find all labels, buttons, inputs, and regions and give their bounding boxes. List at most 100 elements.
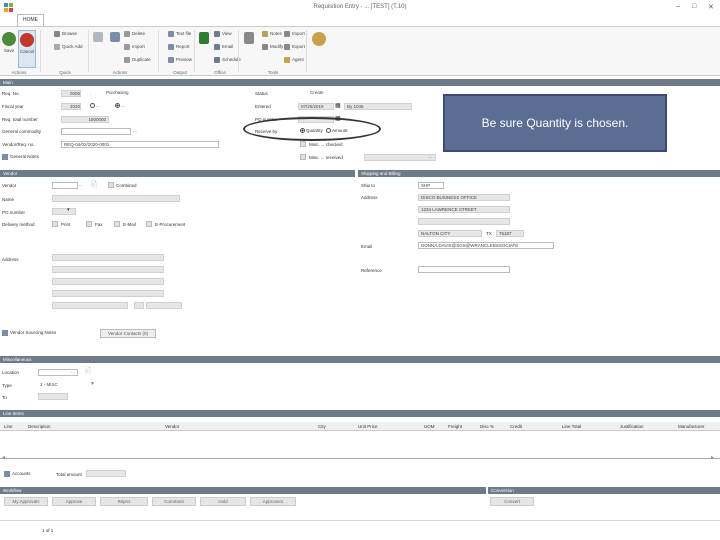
req-type-field[interactable]: Purchasing xyxy=(104,90,148,97)
ship-to-field[interactable]: SHP xyxy=(418,182,444,189)
email-icon xyxy=(214,44,220,50)
vendor-zip-field[interactable] xyxy=(146,302,182,309)
ribbon-schedule[interactable]: Schedule xyxy=(214,57,241,63)
calendar-icon[interactable]: ▦ xyxy=(335,102,341,109)
entered-date-field[interactable]: 07/25/2019 xyxy=(298,103,334,110)
edit-button[interactable] xyxy=(108,32,122,44)
ribbon-preview[interactable]: Preview xyxy=(168,57,192,63)
column-header[interactable]: Disc % xyxy=(480,424,494,429)
ship-address-line3[interactable] xyxy=(418,218,510,225)
convert-button[interactable]: Convert xyxy=(490,497,534,506)
ribbon-modify[interactable]: Modify xyxy=(262,44,283,50)
group-field[interactable]: REQ-04/02/2020-0001 xyxy=(61,141,219,148)
vendor-address-line4[interactable] xyxy=(52,290,164,297)
reference-field[interactable] xyxy=(418,266,510,273)
column-header[interactable]: Line xyxy=(4,424,13,429)
misc2-field[interactable] xyxy=(364,154,436,161)
delivery-print-checkbox[interactable] xyxy=(52,221,58,227)
vendor-notes-icon[interactable]: 📄 xyxy=(90,181,97,188)
column-header[interactable]: Credit xyxy=(510,424,522,429)
fiscal-radio-b[interactable]: ... xyxy=(115,103,125,109)
vendor-name-field[interactable] xyxy=(52,195,180,202)
vendor-address-line3[interactable] xyxy=(52,278,164,285)
ribbon-notes[interactable]: Notes xyxy=(262,31,282,37)
column-header[interactable]: Vendor xyxy=(165,424,179,429)
maximize-button[interactable]: □ xyxy=(692,3,696,10)
comment-button[interactable]: Comment xyxy=(152,497,196,506)
excel-button[interactable] xyxy=(197,32,211,46)
ribbon-view[interactable]: View xyxy=(214,31,232,37)
type-field[interactable]: 1 - MISC xyxy=(38,382,88,389)
ribbon-text-file[interactable]: Text file xyxy=(168,31,191,37)
cancel-button[interactable]: Cancel xyxy=(18,30,36,68)
my-approvals-button[interactable]: My Approvals xyxy=(4,497,48,506)
vendor-address-line1[interactable] xyxy=(52,254,164,261)
hold-button[interactable]: Hold xyxy=(200,497,246,506)
vendor-sourcing-notes-button[interactable]: Vendor Sourcing Notes xyxy=(2,330,56,336)
misc2-lookup-button[interactable]: ... xyxy=(428,154,432,159)
general-notes-button[interactable]: General Notes xyxy=(2,154,39,160)
ship-address-line2[interactable]: 1234 LAWRENCE STREET xyxy=(418,206,510,213)
req-no-field[interactable]: 0005 xyxy=(61,90,81,97)
vendor-field[interactable] xyxy=(52,182,78,189)
minimize-button[interactable]: – xyxy=(676,3,680,10)
scroll-right-icon[interactable]: ▸ xyxy=(711,454,714,461)
ribbon-import[interactable]: Import xyxy=(124,44,145,50)
req-total-field[interactable]: 1500000 xyxy=(61,116,109,123)
ribbon-delete[interactable]: Delete xyxy=(124,31,145,37)
accounts-button[interactable]: Accounts xyxy=(4,471,31,477)
add-button[interactable] xyxy=(92,32,104,44)
column-header[interactable]: Freight xyxy=(448,424,462,429)
ship-address-line1[interactable]: DISCO BUSINESS OFFICE xyxy=(418,194,510,201)
ribbon-quick-add[interactable]: Quick Add xyxy=(54,44,83,50)
ribbon-export[interactable]: Export xyxy=(284,44,305,50)
ribbon-agent[interactable]: Agent xyxy=(284,57,304,63)
misc-checkbox[interactable] xyxy=(300,141,306,147)
column-header[interactable]: UOM xyxy=(424,424,435,429)
vendor-address-line2[interactable] xyxy=(52,266,164,273)
delivery-email-checkbox[interactable] xyxy=(114,221,120,227)
scroll-left-icon[interactable]: ◂ xyxy=(2,454,5,461)
column-header[interactable]: Justification xyxy=(620,424,644,429)
to-field[interactable] xyxy=(38,393,68,400)
reject-button[interactable]: Reject xyxy=(100,497,148,506)
table-scrollbar[interactable] xyxy=(0,458,720,459)
ribbon-browse[interactable]: Browse xyxy=(54,31,77,37)
commodity-lookup-button[interactable]: ... xyxy=(133,128,137,133)
misc2-checkbox[interactable] xyxy=(300,154,306,160)
fiscal-year-field[interactable]: 2020 xyxy=(61,103,81,110)
ship-zip-field[interactable]: 75187 xyxy=(496,230,524,237)
ship-city-field[interactable]: NALTON CITY xyxy=(418,230,482,237)
ribbon-duplicate[interactable]: Duplicate xyxy=(124,57,151,63)
delivery-eproc-checkbox[interactable] xyxy=(146,221,152,227)
commodity-field[interactable] xyxy=(61,128,131,135)
help-button[interactable] xyxy=(312,32,326,48)
vendor-state-field[interactable] xyxy=(134,302,144,309)
column-header[interactable]: Unit Price xyxy=(358,424,378,429)
vendor-contacts-button[interactable]: Vendor Contacts (0) xyxy=(100,329,156,338)
ribbon-report[interactable]: Report xyxy=(168,44,190,50)
column-header[interactable]: Description xyxy=(28,424,51,429)
vendor-city-field[interactable] xyxy=(52,302,128,309)
chevron-down-icon[interactable]: ▾ xyxy=(67,207,70,213)
fiscal-radio-a[interactable]: ... xyxy=(90,103,100,109)
combined-checkbox[interactable] xyxy=(108,182,114,188)
location-lookup-button[interactable]: ... xyxy=(71,369,75,374)
column-header[interactable]: City xyxy=(318,424,326,429)
ship-email-field[interactable]: DONNA.DAVIS@SGS@WRANCLEBSSOCIATE xyxy=(418,242,554,249)
location-notes-icon[interactable]: 📄 xyxy=(84,367,91,374)
delivery-fax-checkbox[interactable] xyxy=(86,221,92,227)
approve-button[interactable]: Approve xyxy=(52,497,96,506)
ribbon-import-2[interactable]: Import xyxy=(284,31,305,37)
approvers-button[interactable]: Approvers xyxy=(250,497,296,506)
vendor-po-field[interactable] xyxy=(52,208,76,215)
tab-home[interactable]: HOME xyxy=(17,14,44,26)
column-header[interactable]: Line Total xyxy=(562,424,581,429)
vendor-lookup-button[interactable]: ... xyxy=(79,182,83,187)
submit-button[interactable] xyxy=(242,32,256,46)
save-button[interactable]: Save xyxy=(2,32,16,53)
column-header[interactable]: Manufacturer xyxy=(678,424,705,429)
close-button[interactable]: ✕ xyxy=(708,3,714,11)
filter-icon[interactable]: ▼ xyxy=(90,381,95,387)
ribbon-email[interactable]: Email xyxy=(214,44,233,50)
